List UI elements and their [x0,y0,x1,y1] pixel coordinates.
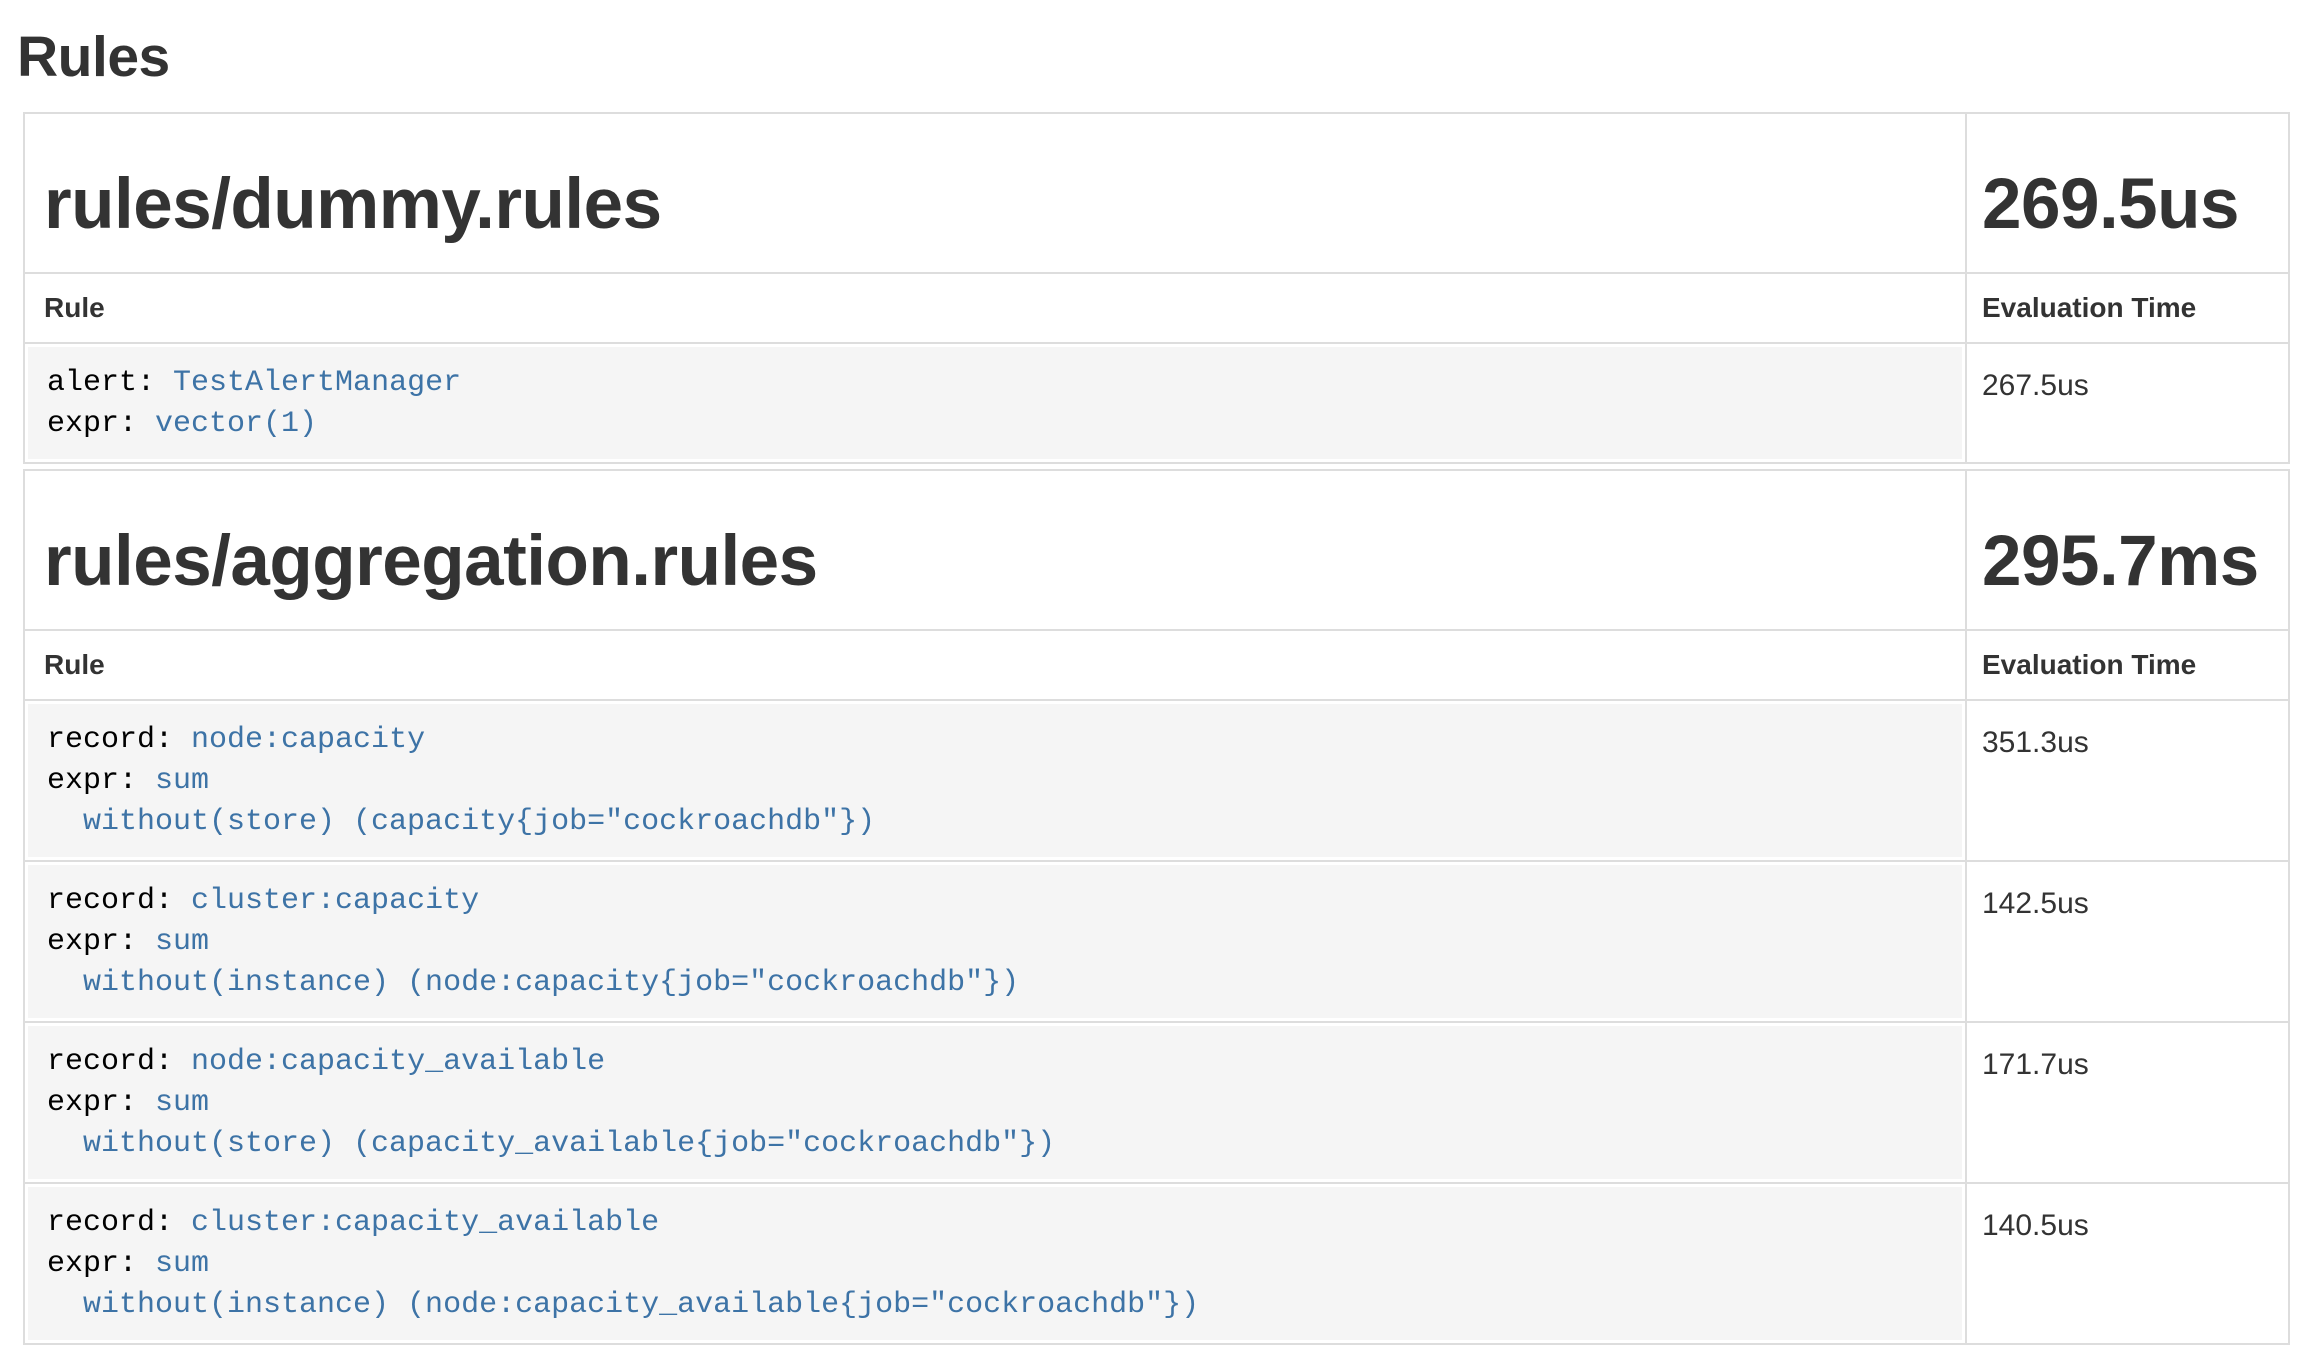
rule-row: alert: TestAlertManager expr: vector(1) … [24,343,2289,463]
rule-expr-link[interactable]: without(store) (capacity_available{job="… [47,1127,1055,1161]
rule-keyword-label: alert: [47,366,173,400]
rule-definition-code: record: node:capacity_available expr: su… [28,1026,1962,1179]
rule-name-link[interactable]: node:capacity [191,723,425,757]
rule-keyword-label: record: [47,1206,191,1240]
rule-definition-code: record: cluster:capacity_available expr:… [28,1187,1962,1340]
group-header-row: rules/aggregation.rules 295.7ms [24,470,2289,630]
rule-keyword-label: record: [47,884,191,918]
rule-keyword-label: expr: [47,1247,155,1281]
group-file-title: rules/aggregation.rules [44,523,1946,601]
column-header-row: Rule Evaluation Time [24,630,2289,700]
rule-row: record: node:capacity expr: sum without(… [24,700,2289,861]
group-total-time-cell: 295.7ms [1966,470,2289,630]
rule-keyword-label: expr: [47,925,155,959]
evaluation-time-column-header: Evaluation Time [1966,273,2289,343]
rule-definition-code: alert: TestAlertManager expr: vector(1) [28,347,1962,459]
rule-evaluation-time: 267.5us [1966,343,2289,463]
rule-column-header-label: Rule [44,649,105,680]
rule-definition-code: record: node:capacity expr: sum without(… [28,704,1962,857]
rule-groups-container: rules/dummy.rules 269.5us Rule Evaluatio… [23,112,2292,1345]
rule-expr-link[interactable]: sum [155,925,209,959]
rule-row: record: cluster:capacity expr: sum witho… [24,861,2289,1022]
group-total-time-cell: 269.5us [1966,113,2289,273]
rule-column-header: Rule [24,273,1966,343]
rule-name-link[interactable]: node:capacity_available [191,1045,605,1079]
group-file-title: rules/dummy.rules [44,166,1946,244]
rule-definition-cell: record: cluster:capacity_available expr:… [24,1183,1966,1344]
rule-expr-link[interactable]: without(store) (capacity{job="cockroachd… [47,805,875,839]
page-title: Rules [17,26,2292,88]
rule-expr-link[interactable]: without(instance) (node:capacity_availab… [47,1288,1199,1322]
rule-expr-link[interactable]: sum [155,1247,209,1281]
group-header-row: rules/dummy.rules 269.5us [24,113,2289,273]
rule-expr-link[interactable]: sum [155,764,209,798]
column-header-row: Rule Evaluation Time [24,273,2289,343]
evaluation-time-column-header: Evaluation Time [1966,630,2289,700]
evaluation-time-column-header-label: Evaluation Time [1982,649,2196,680]
rule-evaluation-time: 142.5us [1966,861,2289,1022]
evaluation-time-column-header-label: Evaluation Time [1982,292,2196,323]
rule-column-header-label: Rule [44,292,105,323]
rule-group-table: rules/aggregation.rules 295.7ms Rule Eva… [23,469,2290,1345]
rule-definition-cell: alert: TestAlertManager expr: vector(1) [24,343,1966,463]
rule-column-header: Rule [24,630,1966,700]
rule-evaluation-time: 140.5us [1966,1183,2289,1344]
rule-definition-code: record: cluster:capacity expr: sum witho… [28,865,1962,1018]
rule-expr-link[interactable]: sum [155,1086,209,1120]
rule-expr-link[interactable]: vector(1) [155,407,317,441]
rule-keyword-label: record: [47,723,191,757]
rule-keyword-label: expr: [47,407,155,441]
rule-keyword-label: record: [47,1045,191,1079]
rule-group-table: rules/dummy.rules 269.5us Rule Evaluatio… [23,112,2290,464]
rule-keyword-label: expr: [47,1086,155,1120]
rule-evaluation-time: 351.3us [1966,700,2289,861]
rule-definition-cell: record: cluster:capacity expr: sum witho… [24,861,1966,1022]
group-file-cell: rules/aggregation.rules [24,470,1966,630]
rule-definition-cell: record: node:capacity_available expr: su… [24,1022,1966,1183]
rule-name-link[interactable]: cluster:capacity [191,884,479,918]
rule-name-link[interactable]: cluster:capacity_available [191,1206,659,1240]
group-evaluation-total: 295.7ms [1982,523,2273,601]
rule-row: record: cluster:capacity_available expr:… [24,1183,2289,1344]
rule-keyword-label: expr: [47,764,155,798]
group-evaluation-total: 269.5us [1982,166,2273,244]
rule-definition-cell: record: node:capacity expr: sum without(… [24,700,1966,861]
group-file-cell: rules/dummy.rules [24,113,1966,273]
rule-name-link[interactable]: TestAlertManager [173,366,461,400]
rule-expr-link[interactable]: without(instance) (node:capacity{job="co… [47,966,1019,1000]
rules-page: Rules rules/dummy.rules 269.5us Rule Eva… [0,0,2316,1345]
rule-row: record: node:capacity_available expr: su… [24,1022,2289,1183]
rule-evaluation-time: 171.7us [1966,1022,2289,1183]
